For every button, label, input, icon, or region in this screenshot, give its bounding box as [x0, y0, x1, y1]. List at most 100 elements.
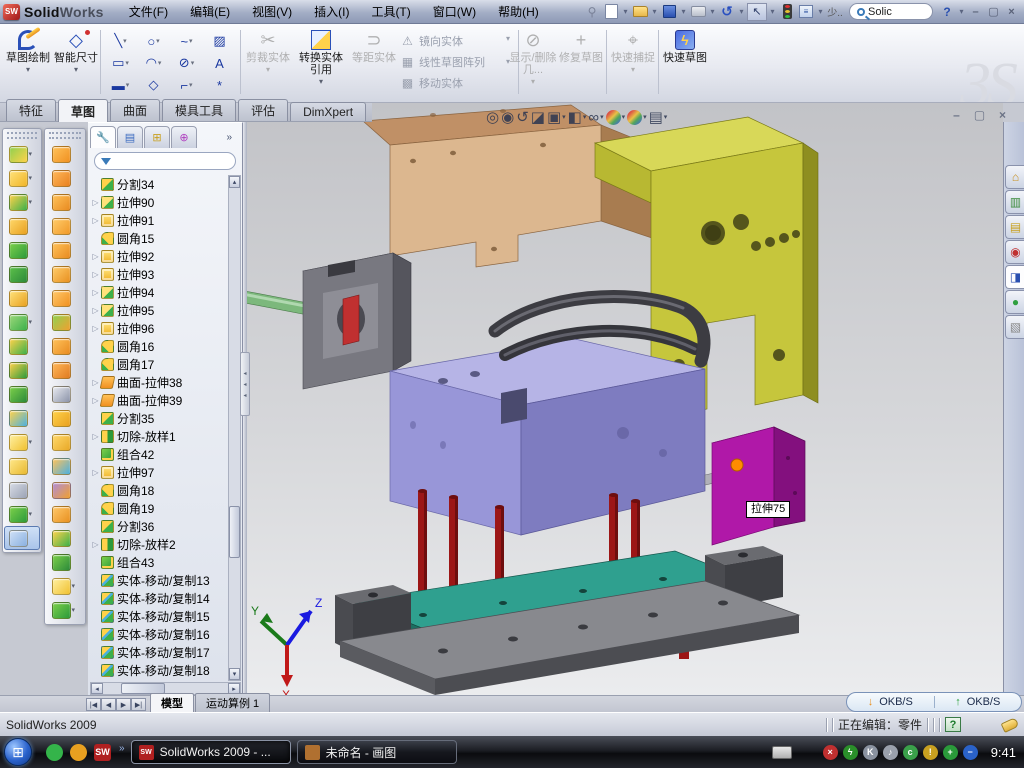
instant3d-button[interactable]: ▾ — [4, 142, 40, 166]
sketch-fillet-button[interactable]: ⌐▾ — [170, 74, 203, 96]
volume-icon[interactable]: ♪ — [883, 745, 898, 760]
toolbar-grip[interactable] — [49, 132, 81, 139]
hole-wizard-button[interactable] — [4, 286, 40, 310]
polygon-tool-button[interactable]: ◇ — [137, 74, 170, 96]
fillet-surface-button[interactable] — [46, 358, 84, 382]
tab-草图[interactable]: 草图 — [58, 99, 108, 122]
expand-arrow-icon[interactable]: ▷ — [90, 288, 101, 297]
linear-pattern-button[interactable]: ▾ — [4, 310, 40, 334]
delete-face-button[interactable] — [46, 382, 84, 406]
restore-button[interactable]: ▢ — [985, 4, 1002, 19]
edit-appearance-button[interactable]: ▾ — [606, 110, 626, 125]
feature-manager-chevron[interactable]: » — [226, 132, 240, 143]
media-icon[interactable] — [70, 744, 87, 761]
home-tab[interactable]: ⌂ — [1005, 165, 1024, 189]
slot-tool-button[interactable]: ▬▾ — [104, 74, 137, 96]
antivirus-icon[interactable]: ϟ — [843, 745, 858, 760]
status-help-icon[interactable]: ? — [945, 717, 961, 732]
security-alert-icon[interactable]: × — [823, 745, 838, 760]
hide-show-items-button[interactable]: ∞▾ — [588, 109, 603, 126]
start-button[interactable]: ⊞ — [4, 738, 32, 766]
rebuild-button[interactable] — [778, 3, 796, 20]
extruded-surface-button[interactable] — [46, 142, 84, 166]
rib-button[interactable] — [4, 262, 40, 286]
tree-item[interactable]: 分割35 — [90, 409, 228, 427]
tree-item[interactable]: 圆角15 — [90, 229, 228, 247]
tree-item[interactable]: ▷拉伸91 — [90, 211, 228, 229]
doc-minimize-button[interactable]: – — [948, 107, 965, 122]
shape-button[interactable] — [46, 550, 84, 574]
appearances-tab[interactable]: ● — [1005, 290, 1024, 314]
filter-input[interactable] — [115, 156, 215, 167]
display-delete-relations-button[interactable]: ⊘ 显示/删除几...▾ — [508, 28, 558, 86]
plane-button[interactable] — [4, 454, 40, 478]
quick-launch-chevron[interactable]: » — [119, 743, 125, 754]
line-tool-button[interactable]: ╲▾ — [104, 30, 137, 52]
quick-snaps-button[interactable]: ⌖ 快速捕捉▾ — [610, 28, 656, 74]
zoom-to-area-button[interactable]: ◉ — [501, 108, 514, 126]
options-button[interactable]: ≡ — [797, 3, 815, 20]
expand-arrow-icon[interactable]: ▷ — [90, 306, 101, 315]
planar-surface-button[interactable] — [46, 286, 84, 310]
dropdown-arrow-icon[interactable]: ▾ — [126, 81, 130, 89]
curves-button[interactable]: ▾ — [46, 598, 84, 622]
network-monitor-widget[interactable]: ↓OKB/S ↑OKB/S — [846, 692, 1022, 712]
tag-icon[interactable] — [1001, 717, 1020, 733]
tree-item[interactable]: 实体-移动/复制16 — [90, 625, 228, 643]
tree-item[interactable]: ▷拉伸95 — [90, 301, 228, 319]
dimxpertmanager-tab[interactable]: ⊕ — [171, 126, 197, 148]
dropdown-arrow-icon[interactable]: ▾ — [189, 37, 193, 45]
point-tool-button[interactable]: * — [203, 74, 236, 96]
part-gray-locating-ring[interactable] — [303, 253, 411, 389]
tab-nav-2[interactable]: ▶ — [116, 698, 131, 711]
dome-button[interactable] — [46, 526, 84, 550]
split-button[interactable] — [4, 334, 40, 358]
taskbar-button-solidworks[interactable]: SWSolidWorks 2009 - ... — [131, 740, 291, 764]
expand-arrow-icon[interactable]: ▷ — [90, 216, 101, 225]
open-button[interactable] — [631, 3, 649, 20]
instant2d-button[interactable] — [4, 526, 40, 550]
pin-icon[interactable]: ⚲ — [583, 3, 601, 20]
menu-view[interactable]: 视图(V) — [241, 0, 303, 23]
doc-tab-motion-study[interactable]: 运动算例 1 — [195, 693, 270, 712]
expand-arrow-icon[interactable]: ▷ — [90, 198, 101, 207]
menu-window[interactable]: 窗口(W) — [422, 0, 487, 23]
tree-item[interactable]: 圆角19 — [90, 499, 228, 517]
tab-特征[interactable]: 特征 — [6, 99, 56, 121]
split-body-button[interactable] — [4, 358, 40, 382]
boundary-surface-button[interactable] — [46, 238, 84, 262]
tree-item[interactable]: 实体-移动/复制17 — [90, 643, 228, 661]
thicken-button[interactable] — [46, 334, 84, 358]
zoom-to-fit-button[interactable]: ◎ — [486, 108, 499, 126]
offset-entities-button[interactable]: ⊃ 等距实体 — [352, 28, 396, 64]
freeform-button[interactable] — [46, 478, 84, 502]
3d-viewport[interactable]: Y Z X — [243, 103, 1003, 695]
untrim-surface-button[interactable] — [46, 430, 84, 454]
propertymanager-tab[interactable]: ▤ — [117, 126, 143, 148]
display-style-button[interactable]: ◧▾ — [568, 108, 587, 126]
tree-item[interactable]: 实体-移动/复制14 — [90, 589, 228, 607]
dropdown-arrow-icon[interactable]: ▾ — [189, 81, 193, 89]
tree-item[interactable]: ▷拉伸96 — [90, 319, 228, 337]
tree-item[interactable]: 实体-移动/复制15 — [90, 607, 228, 625]
curve-through-points-button[interactable] — [4, 478, 40, 502]
expand-arrow-icon[interactable]: ▷ — [90, 324, 101, 333]
tree-item[interactable]: ▷拉伸92 — [90, 247, 228, 265]
undo-button[interactable]: ↺ — [718, 3, 736, 20]
tree-item[interactable]: 分割34 — [90, 175, 228, 193]
tree-item[interactable]: 圆角17 — [90, 355, 228, 373]
configurationmanager-tab[interactable]: ⊞ — [144, 126, 170, 148]
dropdown-arrow-icon[interactable]: ▾ — [622, 113, 626, 121]
dropdown-arrow-icon[interactable]: ▾ — [125, 59, 129, 67]
trim-entities-button[interactable]: ✂ 剪裁实体▾ — [244, 28, 292, 74]
minimize-button[interactable]: – — [967, 4, 984, 19]
menu-help[interactable]: 帮助(H) — [487, 0, 550, 23]
menu-file[interactable]: 文件(F) — [118, 0, 179, 23]
menu-edit[interactable]: 编辑(E) — [179, 0, 241, 23]
dropdown-arrow-icon[interactable]: ▾ — [583, 113, 587, 121]
ellipse-tool-button[interactable]: ⊘▾ — [170, 52, 203, 74]
tree-item[interactable]: 分割36 — [90, 517, 228, 535]
tree-item[interactable]: ▷拉伸90 — [90, 193, 228, 211]
smart-dimension-button[interactable]: ◇ 智能尺寸▾ — [52, 28, 100, 74]
tree-item[interactable]: ▷拉伸97 — [90, 463, 228, 481]
